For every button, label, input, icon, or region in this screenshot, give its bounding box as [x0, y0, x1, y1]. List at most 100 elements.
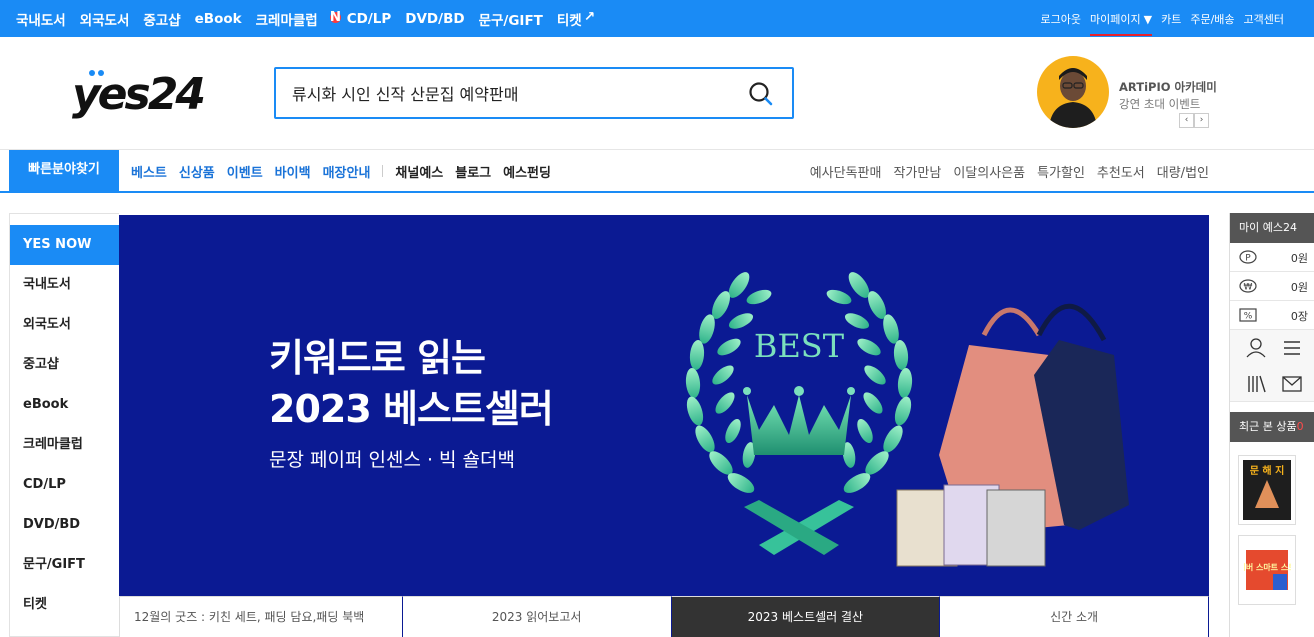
top-cat-used-shop[interactable]: 중고샵 — [143, 9, 180, 29]
nav-channel-yes[interactable]: 채널예스 — [395, 162, 443, 181]
sidebar-item-crema-club[interactable]: 크레마클럽 — [10, 425, 119, 465]
sidebar-item-ticket[interactable]: 티켓 — [10, 585, 119, 625]
recent-viewed-label: 최근 본 상품 — [1239, 420, 1297, 433]
my-points-row[interactable]: P 0원 — [1230, 243, 1314, 272]
nav-monthly-gifts[interactable]: 이달의사은품 — [953, 162, 1025, 181]
best-label: BEST — [754, 327, 845, 365]
category-sidebar: YES NOW 국내도서 외국도서 중고샵 eBook 크레마클럽 CD/LP … — [9, 213, 119, 637]
book-cover-image: 문 해 지 — [1243, 460, 1291, 520]
user-icon[interactable] — [1238, 330, 1274, 366]
top-cat-ebook[interactable]: eBook — [195, 11, 242, 27]
sidebar-item-yes-now[interactable]: YES NOW — [10, 225, 119, 265]
promo-line-1: ARTiPIO 아카데미 — [1119, 80, 1217, 94]
my-yes-money-row[interactable]: ₩ 0원 — [1230, 272, 1314, 301]
banner-title-line-2: 2023 베스트셀러 — [269, 387, 554, 431]
nav-bestseller[interactable]: 베스트 — [131, 162, 167, 181]
book-cover-title: 네이버 스마트 스토어 — [1243, 562, 1291, 572]
search-input[interactable] — [292, 80, 732, 106]
sidebar-item-cd-lp[interactable]: CD/LP — [10, 465, 119, 505]
point-icon: P — [1239, 250, 1257, 264]
top-cat-stationery-gift[interactable]: 문구/GIFT — [479, 9, 543, 29]
banner-tab-2023-bestseller[interactable]: 2023 베스트셀러 결산 — [671, 596, 941, 637]
mypage-label: 마이페이지 — [1090, 12, 1141, 26]
cart-link[interactable]: 카트 — [1161, 11, 1181, 27]
top-category-nav: 국내도서 외국도서 중고샵 eBook 크레마클럽 N CD/LP DVD/BD … — [16, 0, 595, 37]
my-coupons-value: 0장 — [1290, 310, 1308, 323]
quick-category-button[interactable]: 빠른분야찾기 — [9, 150, 119, 192]
main-banner[interactable]: 키워드로 읽는 2023 베스트셀러 문장 페이퍼 인센스 · 빅 숄더백 BE… — [119, 215, 1209, 596]
nav-bulk-corporate[interactable]: 대량/법인 — [1157, 162, 1209, 181]
bestseller-laurel-illustration: BEST — [685, 272, 1129, 567]
svg-text:₩: ₩ — [1244, 283, 1253, 293]
new-badge: N — [329, 8, 342, 25]
nav-secondary-links: 예사단독판매 작가만남 이달의사은품 특가할인 추천도서 대량/법인 — [810, 150, 1209, 192]
promo-prev-button[interactable]: ‹ — [1179, 113, 1194, 128]
nav-exclusive[interactable]: 예사단독판매 — [810, 162, 882, 181]
my-yes24-title[interactable]: 마이 예스24 — [1230, 213, 1314, 243]
svg-text:P: P — [1245, 254, 1251, 264]
banner-tab-2023-report[interactable]: 2023 읽어보고서 — [402, 596, 672, 637]
customer-center-link[interactable]: 고객센터 — [1244, 11, 1284, 27]
main-nav-bar: 빠른분야찾기 베스트 신상품 이벤트 바이백 매장안내 채널예스 블로그 예스펀… — [0, 149, 1314, 193]
recent-viewed-title[interactable]: 최근 본 상품0 — [1230, 412, 1314, 442]
top-cat-cd-lp[interactable]: CD/LP — [347, 11, 392, 27]
top-cat-domestic-books[interactable]: 국내도서 — [16, 9, 66, 29]
account-links: 로그아웃 마이페이지 ▼ 카트 주문/배송 고객센터 — [1041, 0, 1284, 37]
nav-buyback[interactable]: 바이백 — [275, 162, 311, 181]
nav-author-meet[interactable]: 작가만남 — [893, 162, 941, 181]
nav-store-info[interactable]: 매장안내 — [323, 162, 371, 181]
promo-event-image[interactable] — [1037, 56, 1109, 128]
yes24-logo-mark: yes24 — [72, 69, 206, 120]
menu-icon[interactable] — [1274, 330, 1310, 366]
nav-events[interactable]: 이벤트 — [227, 162, 263, 181]
order-delivery-link[interactable]: 주문/배송 — [1190, 11, 1234, 27]
sidebar-item-dvd-bd[interactable]: DVD/BD — [10, 505, 119, 545]
recent-viewed-count: 0 — [1296, 420, 1304, 433]
banner-title-line-1: 키워드로 읽는 — [269, 336, 486, 380]
top-cat-ticket-label: 티켓 — [556, 12, 582, 29]
banner-tab-new-releases[interactable]: 신간 소개 — [940, 596, 1209, 637]
search-box — [274, 67, 794, 119]
banner-tab-december-goods[interactable]: 12월의 굿즈 : 키친 세트, 패딩 담요,패딩 북백 — [120, 596, 403, 637]
library-icon[interactable] — [1238, 366, 1274, 402]
sidebar-item-foreign-books[interactable]: 외국도서 — [10, 305, 119, 345]
recent-item-thumbnail[interactable]: 네이버 스마트 스토어 — [1231, 535, 1303, 605]
top-cat-crema-club-label: 크레마클럽 — [255, 12, 318, 29]
yes24-logo[interactable]: yes24 — [72, 67, 212, 120]
promo-event-text[interactable]: ARTiPIO 아카데미 강연 초대 이벤트 — [1119, 79, 1217, 113]
logout-link[interactable]: 로그아웃 — [1041, 11, 1081, 27]
nav-recommended[interactable]: 추천도서 — [1097, 162, 1145, 181]
nav-blog[interactable]: 블로그 — [455, 162, 491, 181]
my-quick-icons — [1230, 330, 1314, 402]
promo-next-button[interactable]: › — [1194, 113, 1209, 128]
nav-special-sale[interactable]: 특가할인 — [1037, 162, 1085, 181]
top-cat-crema-club[interactable]: 크레마클럽 N — [255, 9, 341, 29]
my-coupons-row[interactable]: % 0장 — [1230, 301, 1314, 330]
banner-subtitle: 문장 페이퍼 인센스 · 빅 숄더백 — [269, 449, 515, 471]
speaker-portrait-image — [1049, 68, 1097, 128]
svg-text:%: % — [1244, 312, 1253, 322]
nav-yes-funding[interactable]: 예스펀딩 — [503, 162, 551, 181]
book-cover-title: 문 해 지 — [1250, 464, 1285, 477]
mypage-link[interactable]: 마이페이지 ▼ — [1090, 11, 1153, 36]
sidebar-item-used-shop[interactable]: 중고샵 — [10, 345, 119, 385]
message-icon[interactable] — [1274, 366, 1310, 402]
top-cat-ticket[interactable]: 티켓 ↗ — [557, 9, 595, 29]
sidebar-item-ebook[interactable]: eBook — [10, 385, 119, 425]
my-yes-money-value: 0원 — [1290, 281, 1308, 294]
top-bar: 국내도서 외국도서 중고샵 eBook 크레마클럽 N CD/LP DVD/BD … — [0, 0, 1314, 37]
recent-item-thumbnail[interactable]: 문 해 지 — [1238, 455, 1296, 525]
promo-line-2: 강연 초대 이벤트 — [1119, 97, 1201, 111]
caret-down-icon: ▼ — [1143, 12, 1153, 26]
search-icon[interactable] — [748, 81, 774, 107]
top-cat-dvd-bd[interactable]: DVD/BD — [405, 11, 464, 27]
top-cat-foreign-books[interactable]: 외국도서 — [80, 9, 130, 29]
promo-carousel-controls: ‹ › — [1179, 113, 1209, 128]
sidebar-item-domestic-books[interactable]: 국내도서 — [10, 265, 119, 305]
coupon-icon: % — [1239, 308, 1257, 322]
sidebar-item-stationery-gift[interactable]: 문구/GIFT — [10, 545, 119, 585]
nav-new-products[interactable]: 신상품 — [179, 162, 215, 181]
external-link-icon: ↗ — [583, 8, 596, 25]
nav-divider — [382, 165, 384, 177]
banner-tabs: 12월의 굿즈 : 키친 세트, 패딩 담요,패딩 북백 2023 읽어보고서 … — [119, 596, 1209, 637]
